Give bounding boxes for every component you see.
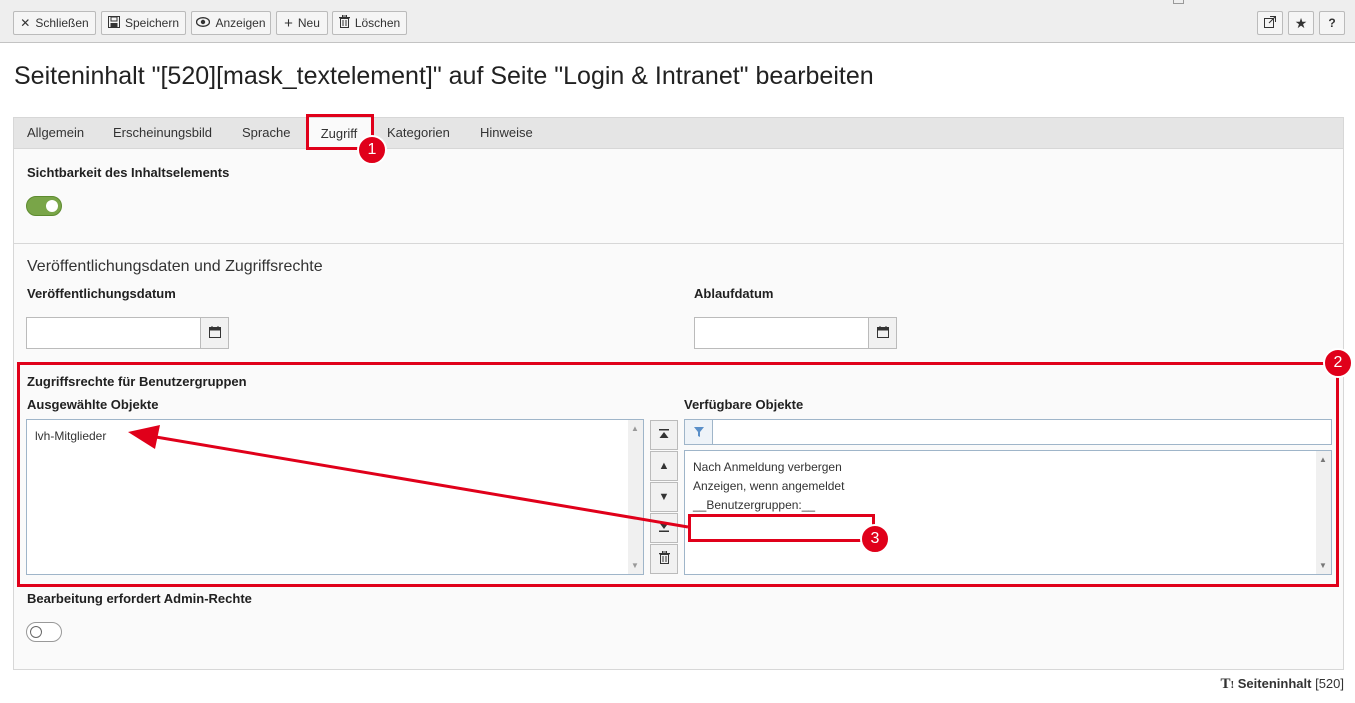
record-info: T! Seiteninhalt [520] [1220, 676, 1344, 693]
record-id: [520] [1315, 676, 1344, 691]
record-type: Seiteninhalt [1237, 676, 1312, 691]
annotation-arrow [128, 425, 689, 529]
annotation-badge-2: 2 [1323, 348, 1353, 378]
typo3-logo-icon: T! [1220, 676, 1235, 692]
annotation-badge-1: 1 [357, 135, 387, 165]
annotation-badge-3: 3 [860, 524, 890, 554]
